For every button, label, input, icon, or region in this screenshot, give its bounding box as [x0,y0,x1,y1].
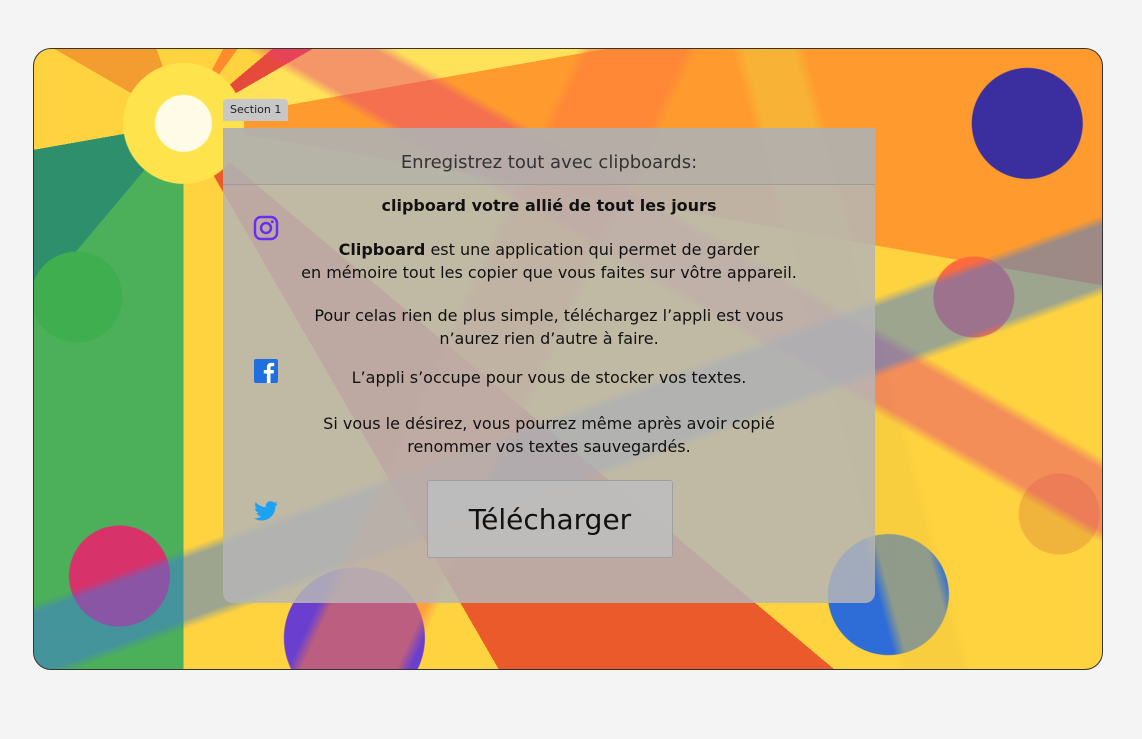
paragraph-2: Pour celas rien de plus simple, téléchar… [223,304,875,350]
panel-subtitle: clipboard votre allié de tout les jours [381,196,717,215]
paragraph-4-line2: renommer vos textes sauvegardés. [407,437,691,456]
paragraph-2-line2: n’aurez rien d’autre à faire. [439,329,659,348]
paragraph-4: Si vous le désirez, vous pourrez même ap… [223,412,875,458]
paragraph-4-line1: Si vous le désirez, vous pourrez même ap… [323,414,775,433]
panel-title: Enregistrez tout avec clipboards: [223,128,875,185]
paragraph-1-text: est une application qui permet de garder [425,240,760,259]
paragraph-2-line1: Pour celas rien de plus simple, téléchar… [314,306,784,325]
paragraph-1-line2: en mémoire tout les copier que vous fait… [301,263,797,282]
twitter-icon[interactable] [253,498,279,524]
paragraph-3: L’appli s’occupe pour vous de stocker vo… [351,368,747,387]
brand-name: Clipboard [338,240,426,259]
download-button[interactable]: Télécharger [427,480,673,558]
paragraph-1: Clipboard est une application qui permet… [223,238,875,284]
content-panel: Enregistrez tout avec clipboards: clipbo… [223,128,875,603]
instagram-icon[interactable] [253,215,279,241]
section-tag: Section 1 [223,99,289,121]
facebook-icon[interactable] [253,358,279,384]
